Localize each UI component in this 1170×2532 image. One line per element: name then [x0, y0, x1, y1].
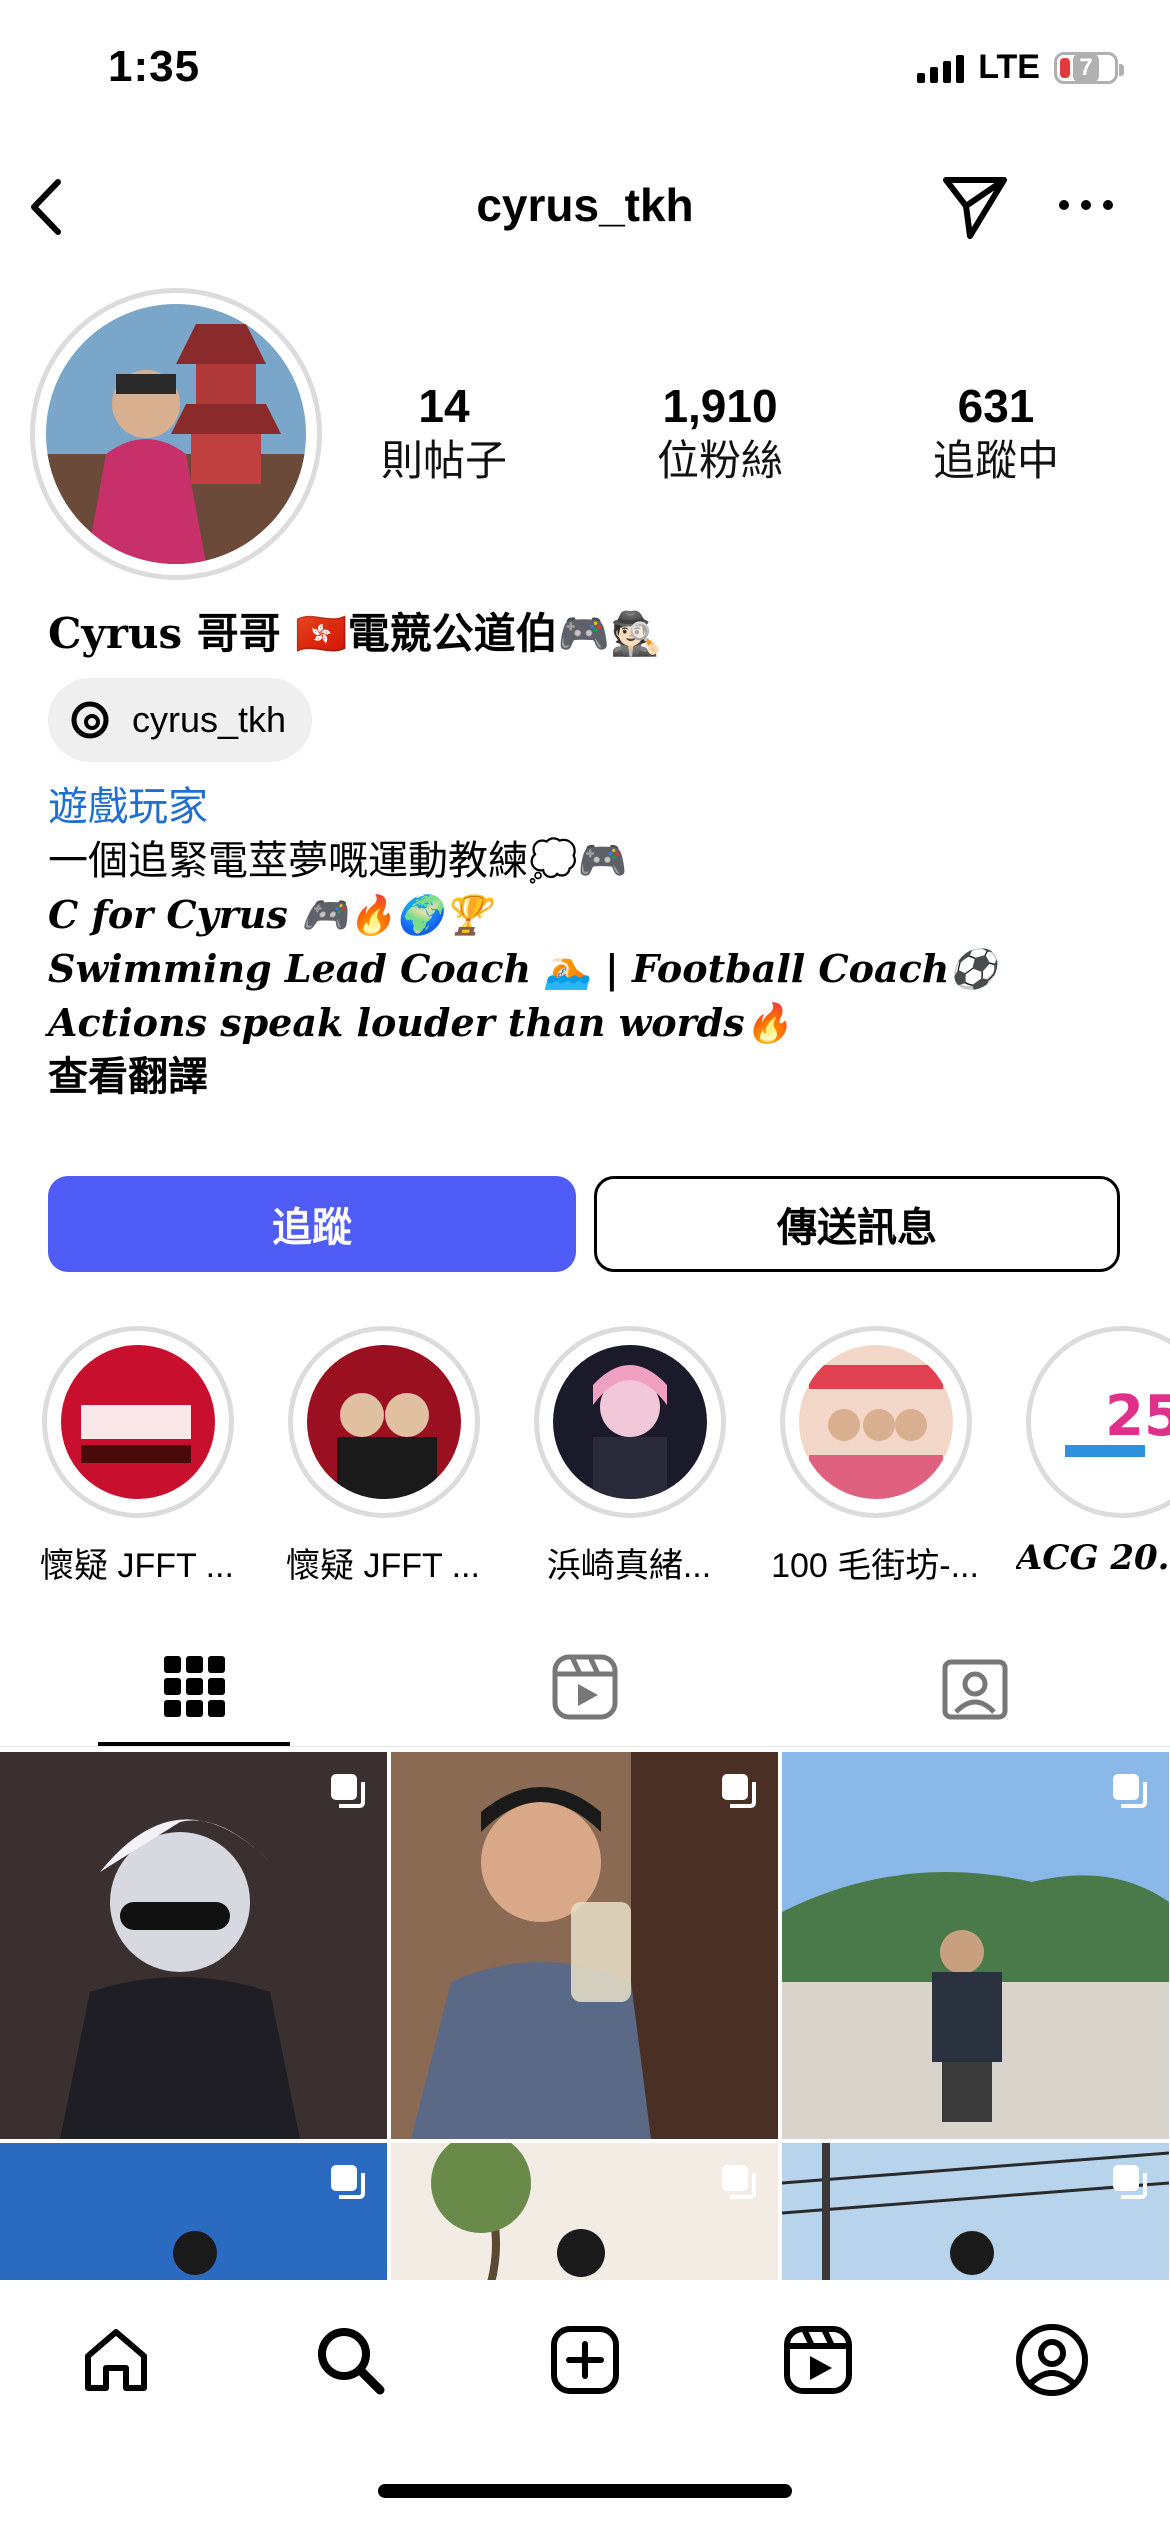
multiple-posts-icon [722, 1774, 756, 1808]
profile-icon [1016, 2324, 1088, 2396]
battery-level: 7 [1073, 53, 1099, 82]
followers-count[interactable]: 1,910 位粉絲 [610, 378, 830, 488]
nav-create[interactable] [545, 2320, 625, 2400]
status-indicators: LTE 7 [917, 48, 1124, 87]
following-value: 631 [957, 380, 1035, 432]
multiple-posts-icon [331, 2165, 365, 2199]
story-highlight[interactable]: 懷疑 JFFT ... [38, 1326, 238, 1587]
story-highlight[interactable]: 25 ACG 20... [1016, 1326, 1170, 1578]
followers-label: 位粉絲 [656, 437, 783, 484]
more-options-button[interactable] [1056, 180, 1116, 230]
highlight-label: ACG 20... [1016, 1538, 1170, 1578]
bio-line: Actions speak louder than words🔥 [48, 1000, 792, 1045]
post-tile[interactable] [391, 1752, 778, 2139]
highlight-label: 浜崎真緒... [546, 1547, 712, 1585]
share-profile-button[interactable] [940, 170, 1010, 240]
post-tile[interactable] [0, 1752, 387, 2139]
category-label: 遊戲玩家 [48, 785, 208, 829]
tab-divider [0, 1746, 1170, 1747]
multiple-posts-icon [1113, 2165, 1147, 2199]
highlight-label: 懷疑 JFFT ... [286, 1547, 480, 1585]
profile-avatar[interactable] [46, 304, 306, 564]
story-highlight[interactable]: 100 毛街坊-... [771, 1326, 979, 1587]
reels-icon [552, 1654, 618, 1720]
tab-posts-grid[interactable] [0, 1632, 390, 1742]
highlight-label: 100 毛街坊-... [771, 1547, 979, 1585]
nav-home[interactable] [76, 2320, 156, 2400]
send-icon [943, 177, 1007, 239]
reels-icon [784, 2326, 852, 2394]
multiple-posts-icon [1113, 1774, 1147, 1808]
tab-reels[interactable] [390, 1632, 780, 1742]
grid-icon [164, 1656, 225, 1717]
highlight-label: 懷疑 JFFT ... [40, 1547, 234, 1585]
post-tile[interactable] [782, 1752, 1169, 2139]
tagged-icon [942, 1659, 1008, 1720]
network-type: LTE [978, 48, 1040, 86]
home-indicator [378, 2484, 792, 2498]
battery-icon: 7 [1054, 51, 1124, 84]
followers-value: 1,910 [662, 380, 778, 432]
following-count[interactable]: 631 追蹤中 [886, 378, 1106, 488]
home-icon [85, 2329, 147, 2391]
display-name: Cyrus 哥哥 🇭🇰電競公道伯🎮🕵🏻 [48, 609, 663, 658]
search-icon [318, 2328, 385, 2395]
multiple-posts-icon [722, 2165, 756, 2199]
more-icon [1059, 200, 1113, 210]
create-icon [551, 2326, 619, 2394]
multiple-posts-icon [331, 1774, 365, 1808]
posts-value: 14 [418, 380, 470, 432]
tab-tagged[interactable] [780, 1632, 1170, 1742]
threads-icon [71, 701, 109, 739]
see-translation-link[interactable]: 查看翻譯 [48, 1050, 208, 1104]
posts-count[interactable]: 14 則帖子 [334, 378, 554, 488]
bio-line: C for Cyrus 🎮🔥🌍🏆 [48, 892, 491, 937]
posts-label: 則帖子 [380, 437, 507, 484]
svg-text:25: 25 [1105, 1384, 1170, 1449]
threads-handle: cyrus_tkh [132, 699, 287, 740]
following-label: 追蹤中 [932, 437, 1059, 484]
status-time: 1:35 [108, 42, 201, 91]
follow-button[interactable]: 追蹤 [48, 1176, 576, 1272]
nav-reels[interactable] [778, 2320, 858, 2400]
story-highlight[interactable]: 懷疑 JFFT ... [284, 1326, 484, 1587]
message-button[interactable]: 傳送訊息 [594, 1176, 1120, 1272]
story-highlight[interactable]: 浜崎真緒... [530, 1326, 730, 1587]
bio-line: 一個追緊電莖夢嘅運動教練💭🎮 [48, 839, 628, 883]
bio-line: Swimming Lead Coach 🏊🏻 | Football Coach⚽ [48, 946, 997, 991]
nav-profile[interactable] [1012, 2320, 1092, 2400]
nav-search[interactable] [310, 2320, 390, 2400]
signal-icon [917, 53, 965, 83]
threads-badge[interactable]: cyrus_tkh [48, 678, 313, 762]
